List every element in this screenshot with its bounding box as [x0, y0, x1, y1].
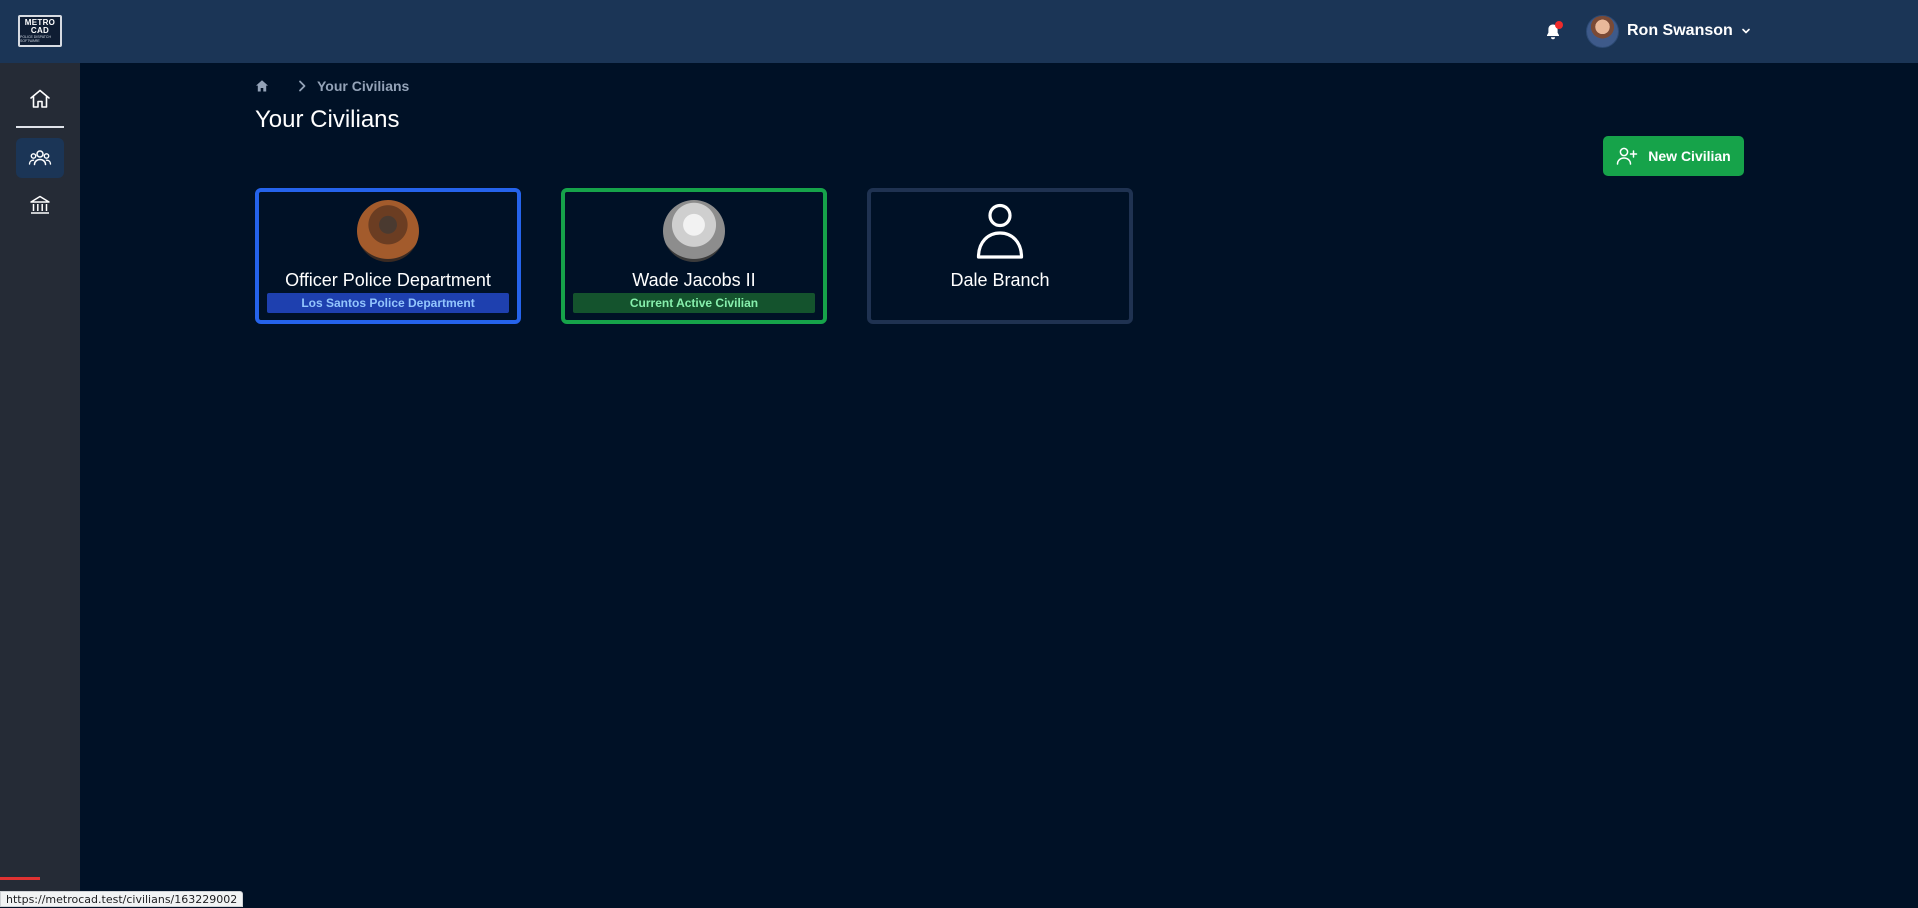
- civilian-card[interactable]: Wade Jacobs II Current Active Civilian: [561, 188, 827, 324]
- user-plus-icon: [1617, 147, 1638, 165]
- civilian-name: Officer Police Department: [285, 270, 491, 290]
- civilian-card[interactable]: Dale Branch: [867, 188, 1133, 324]
- sidebar-divider: [16, 126, 64, 128]
- department-badge: Los Santos Police Department: [267, 293, 509, 313]
- avatar: [1586, 14, 1619, 48]
- sidebar: [0, 63, 80, 907]
- user-menu[interactable]: Ron Swanson: [1586, 14, 1751, 48]
- logo-tagline: POLICE DISPATCH SOFTWARE: [20, 35, 51, 43]
- notification-badge: [1555, 21, 1563, 29]
- chevron-down-icon: [1741, 28, 1750, 34]
- logo-line-2: CAD: [30, 26, 50, 35]
- top-navbar: METRO CAD POLICE DISPATCH SOFTWARE Ron S…: [0, 0, 1918, 63]
- person-placeholder-icon: [969, 200, 1031, 262]
- civilian-name: Wade Jacobs II: [632, 270, 756, 290]
- notifications-button[interactable]: [1542, 21, 1564, 43]
- civilian-photo: [663, 200, 725, 262]
- civilian-photo: [357, 200, 419, 262]
- bank-icon: [30, 195, 50, 214]
- status-bar-url: https://metrocad.test/civilians/16322900…: [0, 891, 244, 907]
- new-civilian-button[interactable]: New Civilian: [1603, 136, 1744, 176]
- metro-cad-logo[interactable]: METRO CAD POLICE DISPATCH SOFTWARE: [18, 15, 62, 47]
- home-icon: [30, 89, 50, 108]
- chevron-right-icon: [299, 80, 306, 92]
- active-civilian-badge: Current Active Civilian: [573, 293, 815, 313]
- sidebar-item-departments[interactable]: [16, 185, 64, 225]
- civilian-card[interactable]: Officer Police Department Los Santos Pol…: [255, 188, 521, 324]
- breadcrumb: Your Civilians: [255, 77, 409, 95]
- user-name: Ron Swanson: [1627, 22, 1733, 39]
- new-civilian-label: New Civilian: [1648, 148, 1731, 164]
- civilian-name: Dale Branch: [950, 270, 1050, 290]
- debug-indicator: [0, 877, 40, 880]
- sidebar-item-home[interactable]: [16, 79, 64, 119]
- users-icon: [28, 150, 52, 166]
- sidebar-item-civilians[interactable]: [16, 138, 64, 178]
- breadcrumb-current: Your Civilians: [317, 78, 410, 94]
- home-icon[interactable]: [255, 79, 269, 93]
- page-title: Your Civilians: [255, 106, 400, 133]
